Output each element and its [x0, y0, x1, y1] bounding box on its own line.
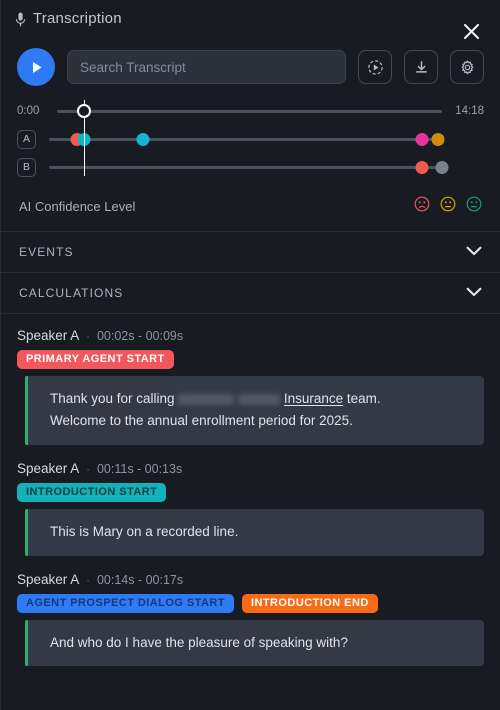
close-icon[interactable] [460, 20, 482, 42]
microphone-icon [13, 10, 27, 28]
speaker-chip-a[interactable]: A [17, 129, 36, 149]
playback-speed-button[interactable] [358, 50, 392, 84]
search-input[interactable] [67, 50, 346, 84]
transcript-entry-header: Speaker A · 00:11s - 00:13s [17, 461, 484, 476]
gear-icon [461, 59, 473, 74]
scrubber-track[interactable] [57, 100, 442, 122]
separator-dot: · [86, 331, 90, 343]
transcript-entry-header: Speaker A · 00:02s - 00:09s [17, 328, 484, 343]
event-badge[interactable]: PRIMARY AGENT START [17, 350, 174, 369]
scrubber-handle[interactable] [76, 104, 91, 118]
event-badge[interactable]: INTRODUCTION END [241, 593, 378, 613]
speaker-name: Speaker A [17, 460, 80, 476]
playback-speed-icon [367, 59, 383, 75]
panel-titlebar: Transcription [1, 0, 500, 40]
speaker-chip-b[interactable]: B [17, 157, 36, 177]
download-icon [415, 60, 427, 73]
transcription-panel: Transcription Search Transcript 0:00 14:… [0, 0, 500, 710]
timeline-marker[interactable] [431, 132, 445, 146]
badge-group: INTRODUCTION START [17, 482, 484, 502]
ai-confidence-label: AI Confidence Level [19, 199, 136, 214]
speaker-a-lane[interactable] [49, 128, 445, 150]
highlighted-term: Insurance [283, 391, 344, 406]
chevron-down-icon[interactable] [466, 243, 482, 261]
timeline: 0:00 14:18 A B [1, 86, 500, 190]
settings-button[interactable] [450, 50, 484, 84]
speaker-a-bar [49, 137, 442, 141]
speaker-name: Speaker A [17, 571, 80, 587]
ai-confidence-row: AI Confidence Level [1, 190, 500, 231]
events-section[interactable]: EVENTS [1, 232, 500, 273]
calculations-section-label: CALCULATIONS [19, 286, 124, 300]
calculations-section[interactable]: CALCULATIONS [1, 273, 500, 314]
timestamp-range: 00:11s - 00:13s [96, 461, 183, 476]
badge-group: AGENT PROSPECT DIALOG START INTRODUCTION … [17, 593, 484, 613]
separator-dot: · [86, 463, 90, 476]
timeline-start-time: 0:00 [17, 105, 40, 117]
redacted-name-1 [178, 393, 235, 405]
timeline-marker[interactable] [415, 160, 429, 174]
timeline-scrubber-row: 0:00 14:18 [17, 100, 484, 122]
events-section-label: EVENTS [19, 245, 74, 259]
separator-dot: · [86, 574, 90, 587]
transcript-text: This is Mary on a recorded line. [25, 508, 484, 556]
timeline-end-time: 14:18 [455, 105, 484, 117]
speaker-b-lane[interactable] [49, 156, 449, 178]
transcript-entry[interactable]: Speaker A · 00:02s - 00:09s PRIMARY AGENT S… [17, 328, 484, 445]
transcript-text: And who do I have the pleasure of speaki… [25, 619, 484, 667]
play-button[interactable] [17, 48, 55, 86]
page-title: Transcription [33, 10, 122, 27]
redacted-name-2 [238, 393, 281, 405]
chevron-down-icon[interactable] [466, 284, 482, 302]
transcript-text: Thank you for calling Insurance team. Wel… [25, 376, 484, 445]
speaker-track-b: B [17, 156, 484, 178]
badge-group: PRIMARY AGENT START [17, 350, 484, 369]
download-button[interactable] [404, 50, 438, 84]
event-badge[interactable]: AGENT PROSPECT DIALOG START [17, 593, 234, 613]
play-icon [32, 61, 41, 73]
transcript-list[interactable]: Speaker A · 00:02s - 00:09s PRIMARY AGENT S… [1, 314, 500, 710]
transcript-entry[interactable]: Speaker A · 00:11s - 00:13s INTRODUCTION ST… [17, 461, 484, 556]
transcript-entry-header: Speaker A · 00:14s - 00:17s [17, 572, 484, 587]
transcript-entry[interactable]: Speaker A · 00:14s - 00:17s AGENT PROSPECT … [17, 572, 484, 667]
timeline-marker[interactable] [136, 132, 150, 146]
player-controls [1, 40, 500, 86]
timestamp-range: 00:14s - 00:17s [96, 572, 184, 587]
timeline-marker[interactable] [435, 160, 449, 174]
confidence-face-medium[interactable] [440, 196, 456, 217]
scrubber-bar [57, 109, 442, 113]
speaker-track-a: A [17, 128, 484, 150]
timeline-marker[interactable] [77, 132, 91, 146]
confidence-face-high[interactable] [466, 196, 482, 217]
timeline-marker[interactable] [415, 132, 429, 146]
speaker-b-bar [49, 165, 442, 169]
accordion-sections: EVENTS CALCULATIONS [1, 231, 500, 314]
timestamp-range: 00:02s - 00:09s [96, 329, 184, 343]
event-badge[interactable]: INTRODUCTION START [17, 482, 167, 502]
speaker-name: Speaker A [17, 328, 80, 343]
confidence-face-low[interactable] [414, 196, 430, 217]
confidence-faces [414, 196, 482, 217]
